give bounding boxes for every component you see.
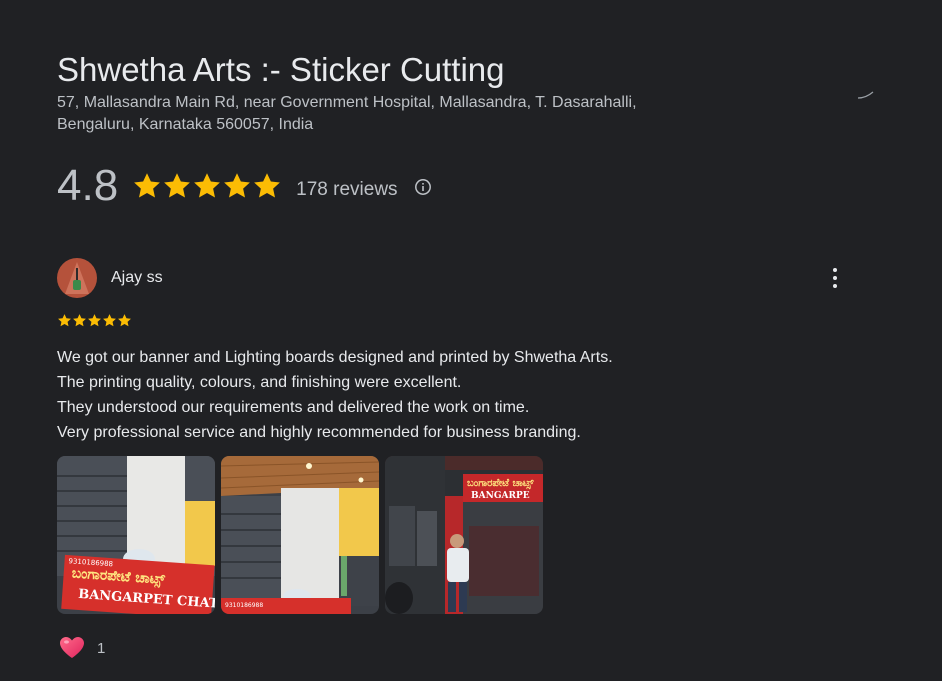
review-photo[interactable]: ಬಂಗಾರಪೇಟೆ ಚಾಟ್ಸ್ BANGARPE — [385, 456, 543, 614]
rating-stars — [132, 171, 282, 201]
review-text-line: The printing quality, colours, and finis… — [57, 374, 462, 391]
review-text: We got our banner and Lighting boards de… — [57, 345, 817, 445]
info-icon[interactable] — [414, 178, 432, 196]
review-photo[interactable]: 9310186988 — [221, 456, 379, 614]
star-icon — [103, 314, 116, 327]
star-icon — [164, 173, 191, 198]
photo-sign-kannada: ಬಂಗಾರಪೇಟೆ ಚಾಟ್ಸ್ — [467, 478, 534, 490]
star-icon — [73, 314, 86, 327]
avatar[interactable] — [57, 258, 97, 298]
reviewer-header: Ajay ss — [57, 258, 163, 298]
more-options-button[interactable] — [822, 264, 848, 292]
address-line-2: Bengaluru, Karnataka 560057, India — [57, 116, 314, 133]
rating-summary: 4.8 178 reviews — [57, 160, 432, 212]
star-icon — [254, 173, 281, 198]
review-count[interactable]: 178 reviews — [296, 179, 397, 201]
review-text-line: Very professional service and highly rec… — [57, 424, 581, 441]
corner-decoration-icon — [857, 91, 874, 99]
reaction-button[interactable]: 1 — [59, 636, 105, 660]
place-address: 57, Mallasandra Main Rd, near Government… — [57, 92, 717, 136]
star-icon — [58, 314, 71, 327]
dot — [833, 276, 837, 280]
star-icon — [118, 314, 131, 327]
review-photos: ಬಂಗಾರಪೇಟೆ ಚಾಟ್ಸ್ BANGARPET CHATS 9310186… — [57, 456, 549, 614]
photo-sign-partial: BANGARPE — [471, 491, 530, 501]
dot — [833, 284, 837, 288]
review-stars — [57, 313, 132, 328]
heart-icon — [60, 637, 84, 658]
address-line-1: 57, Mallasandra Main Rd, near Government… — [57, 94, 637, 111]
review-text-line: They understood our requirements and del… — [57, 399, 530, 416]
rating-value: 4.8 — [57, 161, 119, 210]
reaction-count: 1 — [97, 639, 106, 657]
place-title: Shwetha Arts :- Sticker Cutting — [57, 51, 505, 88]
star-icon — [224, 173, 251, 198]
star-icon — [88, 314, 101, 327]
star-icon — [194, 173, 221, 198]
review-text-line: We got our banner and Lighting boards de… — [57, 349, 613, 366]
star-icon — [134, 173, 161, 198]
place-reviews-panel: Shwetha Arts :- Sticker Cutting 57, Mall… — [0, 0, 942, 681]
review-photo[interactable]: ಬಂಗಾರಪೇಟೆ ಚಾಟ್ಸ್ BANGARPET CHATS 9310186… — [57, 456, 215, 614]
photo-sign-phone: 9310186988 — [225, 602, 263, 609]
dot — [833, 268, 837, 272]
reviewer-name[interactable]: Ajay ss — [111, 269, 163, 287]
